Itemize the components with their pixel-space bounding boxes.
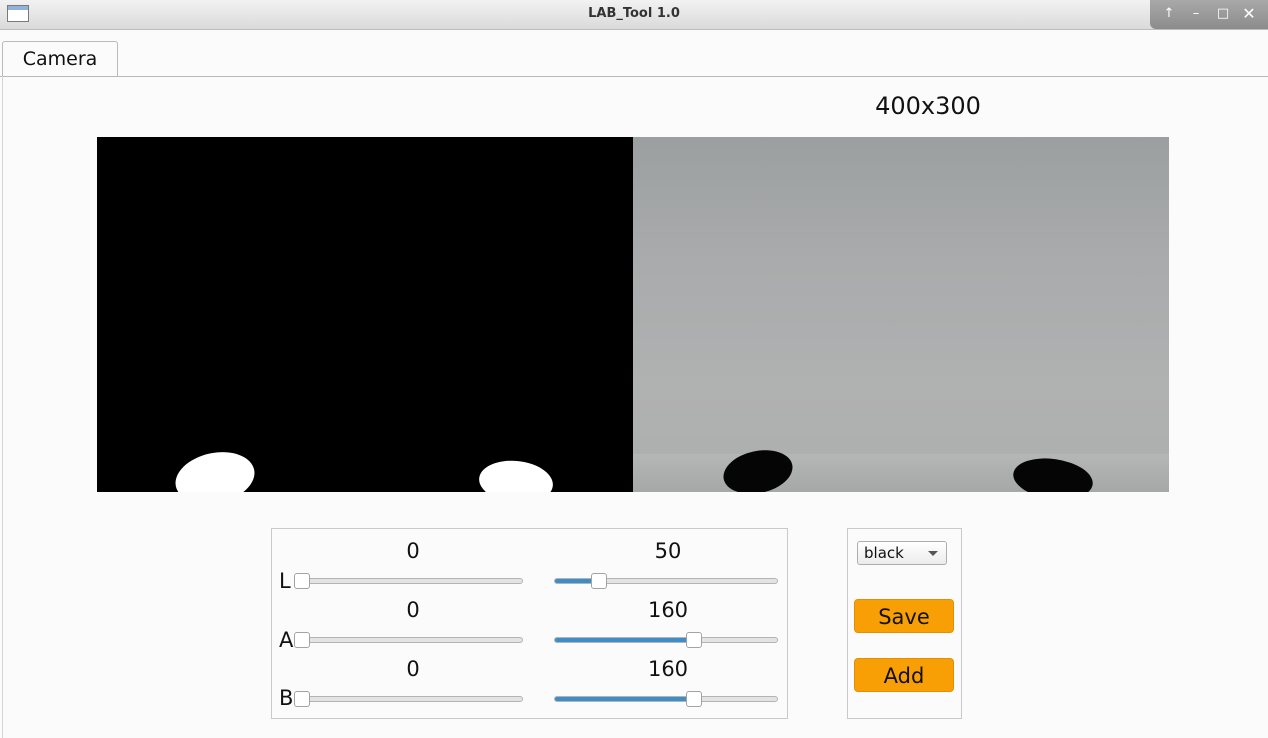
minimize-icon[interactable]: – — [1185, 4, 1207, 24]
window-controls: ↑ – □ ✕ — [1150, 0, 1268, 29]
save-button[interactable]: Save — [854, 599, 954, 633]
slider-handle[interactable] — [686, 691, 703, 707]
l-min-slider[interactable] — [294, 573, 523, 589]
window-title: LAB_Tool 1.0 — [588, 6, 680, 21]
camera-view — [633, 137, 1169, 492]
b-max-slider[interactable] — [554, 691, 778, 707]
a-max-slider[interactable] — [554, 632, 778, 648]
b-min-slider[interactable] — [294, 691, 523, 707]
b-channel-label: B — [279, 686, 294, 710]
color-controls-panel: black Save Add — [847, 528, 962, 719]
a-channel-label: A — [279, 628, 294, 652]
b-max-value: 160 — [647, 657, 689, 681]
chevron-down-icon — [928, 551, 938, 556]
slider-handle[interactable] — [294, 691, 310, 707]
title-bar: LAB_Tool 1.0 ↑ – □ ✕ — [0, 0, 1268, 30]
l-max-slider[interactable] — [554, 573, 778, 589]
l-max-value: 50 — [654, 539, 682, 563]
maximize-icon[interactable]: □ — [1212, 4, 1234, 24]
l-channel-label: L — [279, 569, 291, 593]
video-display — [97, 137, 1169, 492]
keep-above-icon[interactable]: ↑ — [1158, 4, 1180, 24]
slider-handle[interactable] — [590, 573, 607, 589]
b-min-value: 0 — [406, 657, 420, 681]
a-min-value: 0 — [406, 598, 420, 622]
color-select[interactable]: black — [857, 541, 947, 565]
resolution-label: 400x300 — [875, 92, 981, 120]
slider-handle[interactable] — [294, 573, 310, 589]
slider-fill — [555, 697, 695, 701]
a-min-slider[interactable] — [294, 632, 523, 648]
tab-bar: Camera — [0, 29, 1268, 77]
mask-view — [97, 137, 633, 492]
slider-handle[interactable] — [294, 632, 310, 648]
add-button[interactable]: Add — [854, 658, 954, 692]
close-icon[interactable]: ✕ — [1238, 4, 1260, 24]
color-select-value: black — [864, 544, 904, 562]
slider-fill — [555, 638, 695, 642]
l-min-value: 0 — [406, 539, 420, 563]
lab-sliders-panel: 0 50 L 0 160 A 0 160 B — [271, 528, 788, 719]
slider-handle[interactable] — [686, 632, 703, 648]
a-max-value: 160 — [647, 598, 689, 622]
mask-blob — [170, 445, 260, 492]
tab-camera[interactable]: Camera — [2, 41, 118, 76]
mask-blob — [477, 457, 555, 492]
